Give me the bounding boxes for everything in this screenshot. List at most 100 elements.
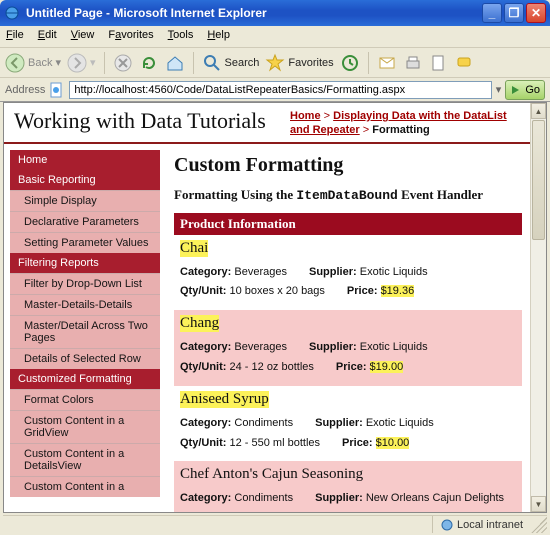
browser-viewport: Working with Data Tutorials Home > Displ…	[3, 102, 547, 513]
field-label: Supplier:	[315, 492, 363, 504]
sidebar-item[interactable]: Master-Details-Details	[10, 294, 160, 315]
field-label: Qty/Unit:	[180, 437, 226, 449]
scroll-up-button[interactable]: ▲	[531, 103, 546, 119]
discuss-icon[interactable]	[455, 53, 475, 73]
toolbar: Back ▾ ▾ Search Favorites	[0, 48, 550, 78]
sidebar-item[interactable]: Filter by Drop-Down List	[10, 273, 160, 294]
product-item: ChaiCategory: BeveragesSupplier: Exotic …	[174, 235, 522, 311]
go-button[interactable]: Go	[505, 80, 545, 100]
field-label: Category:	[180, 341, 231, 353]
page-header: Working with Data Tutorials Home > Displ…	[4, 103, 530, 144]
product-qtyunit: 12 - 550 ml bottles	[230, 437, 321, 449]
intranet-icon	[441, 519, 453, 531]
product-supplier: New Orleans Cajun Delights	[366, 492, 504, 504]
sidebar-group[interactable]: Home	[10, 150, 160, 170]
security-zone: Local intranet	[432, 516, 531, 533]
content-heading: Custom Formatting	[174, 154, 522, 177]
vertical-scrollbar[interactable]: ▲ ▼	[530, 103, 546, 512]
back-label: Back	[28, 57, 52, 69]
sidebar-item[interactable]: Details of Selected Row	[10, 348, 160, 369]
page-icon	[49, 82, 65, 98]
zone-label: Local intranet	[457, 519, 523, 531]
sidebar-item[interactable]: Master/Detail Across Two Pages	[10, 315, 160, 348]
edit-icon[interactable]	[429, 53, 449, 73]
product-price: $10.00	[376, 437, 410, 449]
breadcrumb: Home > Displaying Data with the DataList…	[290, 109, 520, 138]
product-name: Chang	[180, 315, 219, 332]
search-icon	[202, 53, 222, 73]
forward-button: ▾	[67, 53, 96, 73]
forward-icon	[67, 53, 87, 73]
product-category: Condiments	[234, 492, 293, 504]
toolbar-divider	[193, 52, 194, 74]
section-header: Product Information	[174, 213, 522, 235]
breadcrumb-home[interactable]: Home	[290, 110, 321, 122]
field-label: Supplier:	[315, 417, 363, 429]
sidebar-group[interactable]: Customized Formatting	[10, 369, 160, 389]
mail-icon[interactable]	[377, 53, 397, 73]
minimize-button[interactable]: _	[482, 3, 502, 23]
menu-edit[interactable]: Edit	[38, 29, 57, 44]
maximize-button[interactable]: ❐	[504, 3, 524, 23]
content-subheading: Formatting Using the ItemDataBound Event…	[174, 187, 522, 203]
breadcrumb-current: Formatting	[372, 124, 429, 136]
menu-view[interactable]: View	[71, 29, 95, 44]
product-qtyunit: 10 boxes x 20 bags	[230, 285, 325, 297]
ie-icon	[4, 5, 20, 21]
home-icon[interactable]	[165, 53, 185, 73]
status-bar: Local intranet	[3, 515, 547, 533]
chevron-down-icon: ▾	[90, 56, 96, 69]
print-icon[interactable]	[403, 53, 423, 73]
chevron-down-icon: ▾	[55, 56, 61, 69]
product-supplier: Exotic Liquids	[360, 266, 428, 278]
back-icon	[5, 53, 25, 73]
sidebar-item[interactable]: Declarative Parameters	[10, 211, 160, 232]
address-input[interactable]	[69, 81, 491, 99]
main-content: Custom Formatting Formatting Using the I…	[160, 150, 524, 512]
toolbar-divider	[104, 52, 105, 74]
search-label: Search	[225, 57, 260, 69]
close-button[interactable]: ✕	[526, 3, 546, 23]
search-button[interactable]: Search	[202, 53, 260, 73]
menu-file[interactable]: File	[6, 29, 24, 44]
scroll-down-button[interactable]: ▼	[531, 496, 546, 512]
product-category: Beverages	[234, 266, 287, 278]
history-icon[interactable]	[340, 53, 360, 73]
sidebar-item[interactable]: Custom Content in a GridView	[10, 410, 160, 443]
field-label: Category:	[180, 266, 231, 278]
field-label: Price:	[342, 437, 373, 449]
refresh-icon[interactable]	[139, 53, 159, 73]
product-price: $19.36	[381, 285, 415, 297]
sidebar-item[interactable]: Format Colors	[10, 389, 160, 410]
sidebar-item[interactable]: Setting Parameter Values	[10, 232, 160, 253]
resize-grip[interactable]	[531, 517, 547, 533]
menu-favorites[interactable]: Favorites	[108, 29, 153, 44]
product-category: Condiments	[234, 417, 293, 429]
menu-help[interactable]: Help	[207, 29, 230, 44]
product-supplier: Exotic Liquids	[366, 417, 434, 429]
toolbar-divider	[368, 52, 369, 74]
menubar: File Edit View Favorites Tools Help	[0, 26, 550, 48]
product-supplier: Exotic Liquids	[360, 341, 428, 353]
product-name: Aniseed Syrup	[180, 391, 269, 408]
sidebar-item[interactable]: Custom Content in a DetailsView	[10, 443, 160, 476]
back-button[interactable]: Back ▾	[5, 53, 61, 73]
sidebar-item[interactable]: Custom Content in a	[10, 476, 160, 497]
product-price: $19.00	[370, 361, 404, 373]
field-label: Price:	[336, 361, 367, 373]
chevron-down-icon[interactable]: ▾	[496, 83, 502, 96]
field-label: Price:	[347, 285, 378, 297]
sidebar: HomeBasic ReportingSimple DisplayDeclara…	[10, 150, 160, 512]
product-item: Aniseed SyrupCategory: CondimentsSupplie…	[174, 386, 522, 462]
address-bar: Address ▾ Go	[0, 78, 550, 102]
star-icon	[265, 53, 285, 73]
favorites-button[interactable]: Favorites	[265, 53, 333, 73]
menu-tools[interactable]: Tools	[168, 29, 194, 44]
sidebar-group[interactable]: Filtering Reports	[10, 253, 160, 273]
stop-icon[interactable]	[113, 53, 133, 73]
scroll-thumb[interactable]	[532, 120, 545, 240]
product-item: ChangCategory: BeveragesSupplier: Exotic…	[174, 310, 522, 386]
sidebar-group[interactable]: Basic Reporting	[10, 170, 160, 190]
sidebar-item[interactable]: Simple Display	[10, 190, 160, 211]
product-qtyunit: 24 - 12 oz bottles	[230, 361, 314, 373]
